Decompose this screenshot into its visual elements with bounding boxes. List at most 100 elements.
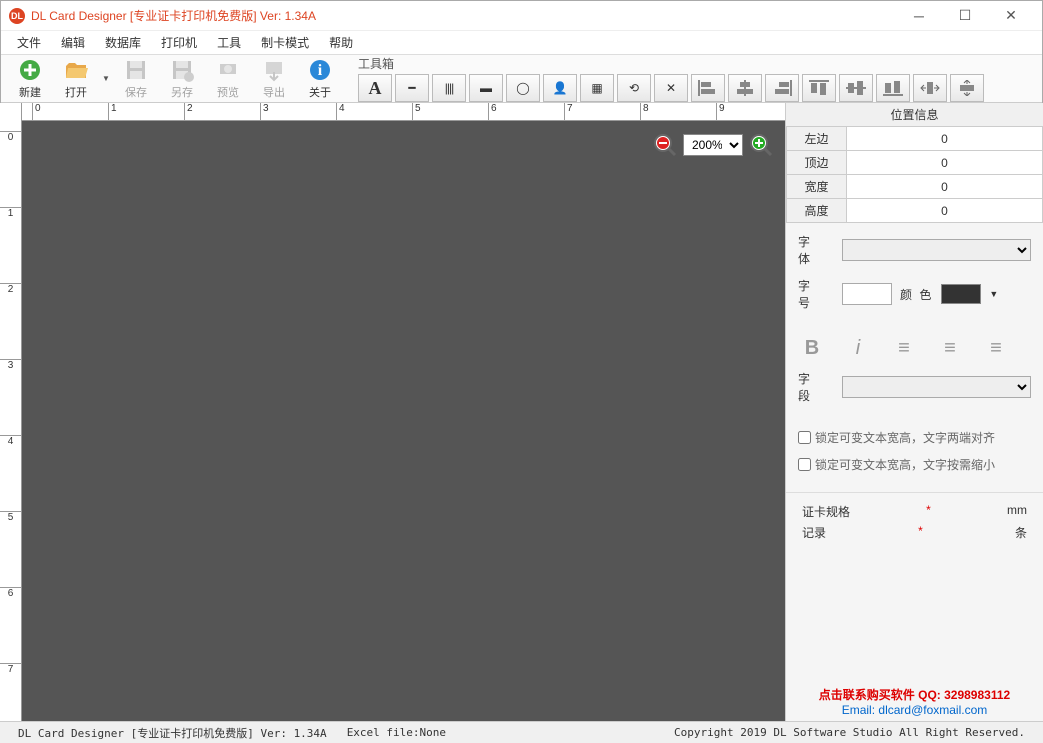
font-select[interactable] <box>842 239 1031 261</box>
status-bar: DL Card Designer [专业证卡打印机免费版] Ver: 1.34A… <box>0 721 1043 743</box>
close-button[interactable]: ✕ <box>988 1 1034 31</box>
align-left-tool[interactable] <box>691 74 725 102</box>
pos-top: 0 <box>847 151 1043 175</box>
text-tool[interactable]: A <box>358 74 392 102</box>
barcode-icon: |||| <box>445 81 453 95</box>
rect-tool[interactable]: ▬ <box>469 74 503 102</box>
canvas[interactable]: 200% <box>22 121 785 721</box>
font-size-input[interactable] <box>842 283 892 305</box>
about-button[interactable]: i 关于 <box>299 57 341 101</box>
dist-h-icon <box>920 80 940 96</box>
open-icon <box>63 58 89 83</box>
delete-icon: ✕ <box>666 81 676 95</box>
contact-qq[interactable]: 点击联系购买软件 QQ: 3298983112 <box>786 686 1043 703</box>
format-row: B i ≡ ≡ ≡ <box>786 331 1043 366</box>
menu-file[interactable]: 文件 <box>7 32 51 53</box>
field-select[interactable] <box>842 376 1031 398</box>
menu-edit[interactable]: 编辑 <box>51 32 95 53</box>
menu-cardmode[interactable]: 制卡模式 <box>251 32 319 53</box>
font-label: 字 体 <box>798 233 834 267</box>
field-label: 字 段 <box>798 370 834 404</box>
italic-button[interactable]: i <box>844 337 872 360</box>
maximize-button[interactable]: ☐ <box>942 1 988 31</box>
text-icon: A <box>369 78 382 99</box>
distribute-v-tool[interactable] <box>950 74 984 102</box>
lock-justify-checkbox[interactable] <box>798 431 811 444</box>
color-dropdown[interactable]: ▼ <box>989 289 998 299</box>
bold-button[interactable]: B <box>798 337 826 360</box>
preview-button[interactable]: 预览 <box>207 57 249 101</box>
zoom-out-button[interactable] <box>651 131 679 159</box>
ellipse-tool[interactable]: ◯ <box>506 74 540 102</box>
align-bottom-tool[interactable] <box>876 74 910 102</box>
dist-v-icon <box>957 80 977 96</box>
zoom-select[interactable]: 200% <box>683 134 743 156</box>
align-center-h-tool[interactable] <box>728 74 762 102</box>
svg-text:i: i <box>318 62 323 79</box>
align-bottom-icon <box>883 80 903 96</box>
pos-width: 0 <box>847 175 1043 199</box>
barcode-tool[interactable]: |||| <box>432 74 466 102</box>
align-right-tool[interactable] <box>765 74 799 102</box>
line-icon: ━ <box>408 81 415 95</box>
delete-tool[interactable]: ✕ <box>654 74 688 102</box>
align-top-tool[interactable] <box>802 74 836 102</box>
rect-icon: ▬ <box>480 81 492 95</box>
toolbox-label: 工具箱 <box>358 55 984 72</box>
window-title: DL Card Designer [专业证卡打印机免费版] Ver: 1.34A <box>31 7 896 24</box>
minimize-button[interactable]: ─ <box>896 1 942 31</box>
saveas-button[interactable]: 另存 <box>161 57 203 101</box>
pos-height: 0 <box>847 199 1043 223</box>
color-label: 颜 色 <box>900 286 933 303</box>
align-middle-tool[interactable] <box>839 74 873 102</box>
vertical-ruler: 0 1 2 3 4 5 6 7 <box>0 103 22 721</box>
zoom-in-button[interactable] <box>747 131 775 159</box>
line-tool[interactable]: ━ <box>395 74 429 102</box>
open-button[interactable]: 打开 <box>55 57 97 101</box>
lock-shrink-checkbox[interactable] <box>798 458 811 471</box>
title-bar: DL DL Card Designer [专业证卡打印机免费版] Ver: 1.… <box>1 1 1042 31</box>
new-icon <box>17 58 43 83</box>
status-app: DL Card Designer [专业证卡打印机免费版] Ver: 1.34A <box>8 725 337 741</box>
menu-database[interactable]: 数据库 <box>95 32 151 53</box>
status-file: Excel file:None <box>337 726 456 739</box>
image-icon: 👤 <box>553 81 568 95</box>
ellipse-icon: ◯ <box>516 81 529 95</box>
save-icon <box>123 58 149 83</box>
new-button[interactable]: 新建 <box>9 57 51 101</box>
info-icon: i <box>307 58 333 83</box>
workspace: 0 1 2 3 4 5 6 7 200% <box>0 103 785 721</box>
menu-printer[interactable]: 打印机 <box>151 32 207 53</box>
export-button[interactable]: 导出 <box>253 57 295 101</box>
open-dropdown[interactable]: ▼ <box>101 74 111 83</box>
refresh-tool[interactable]: ⟲ <box>617 74 651 102</box>
align-center-button[interactable]: ≡ <box>936 337 964 360</box>
saveas-icon <box>169 58 195 83</box>
distribute-h-tool[interactable] <box>913 74 947 102</box>
menu-tools[interactable]: 工具 <box>207 32 251 53</box>
image-tool[interactable]: 👤 <box>543 74 577 102</box>
size-label: 字 号 <box>798 277 834 311</box>
align-middle-icon <box>846 80 866 96</box>
preview-icon <box>215 58 241 83</box>
toolbox: 工具箱 A ━ |||| ▬ ◯ 👤 ▦ ⟲ ✕ <box>358 55 984 102</box>
contact-email[interactable]: Email: dlcard@foxmail.com <box>786 703 1043 717</box>
table-tool[interactable]: ▦ <box>580 74 614 102</box>
pos-left: 0 <box>847 127 1043 151</box>
align-right-icon <box>772 80 792 96</box>
color-picker[interactable] <box>941 284 981 304</box>
panel-title: 位置信息 <box>786 103 1043 126</box>
align-left-icon <box>698 80 718 96</box>
refresh-icon: ⟲ <box>629 81 639 95</box>
menu-help[interactable]: 帮助 <box>319 32 363 53</box>
save-button[interactable]: 保存 <box>115 57 157 101</box>
align-center-h-icon <box>735 80 755 96</box>
zoom-controls: 200% <box>651 131 775 159</box>
align-left-button[interactable]: ≡ <box>890 337 918 360</box>
export-icon <box>261 58 287 83</box>
properties-panel: 位置信息 左边0 顶边0 宽度0 高度0 字 体 字 号 颜 色 ▼ B i ≡… <box>785 103 1043 721</box>
align-right-button[interactable]: ≡ <box>982 337 1010 360</box>
contact-info: 点击联系购买软件 QQ: 3298983112 Email: dlcard@fo… <box>786 686 1043 717</box>
position-table: 左边0 顶边0 宽度0 高度0 <box>786 126 1043 223</box>
app-icon: DL <box>9 8 25 24</box>
